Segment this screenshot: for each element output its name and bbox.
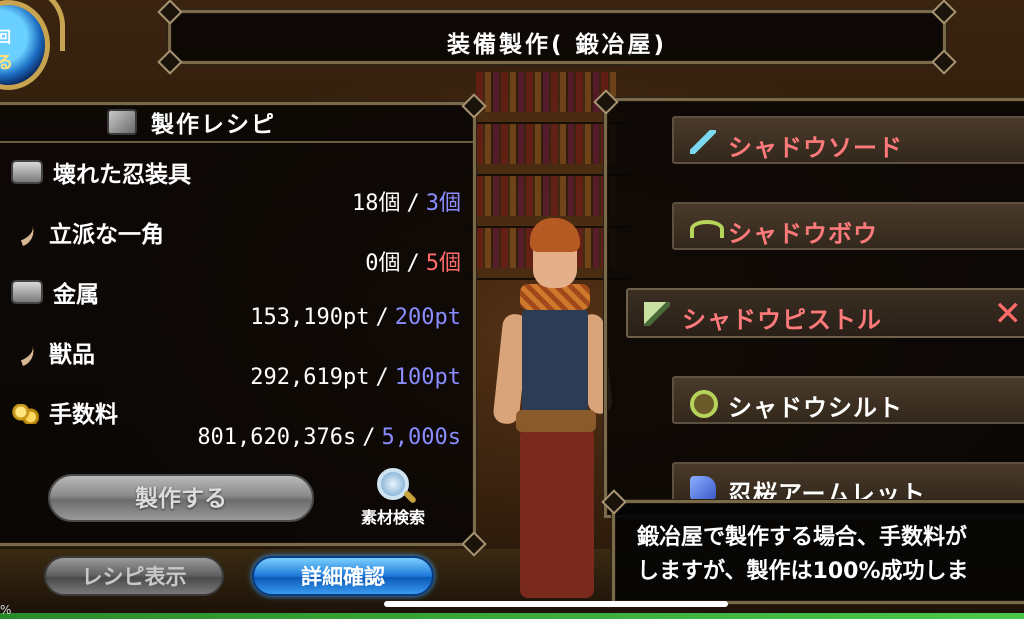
material-amount: 153,190pt/200pt <box>250 305 461 330</box>
have-count: 292,619pt <box>250 365 370 390</box>
recipe-view-button[interactable]: レシピ表示 <box>44 556 224 596</box>
shield-icon <box>690 390 718 418</box>
material-name: 手数料 <box>11 395 118 429</box>
item-name: シャドウシルト <box>728 394 903 422</box>
page-title: 装備製作( 鍛冶屋) <box>446 32 668 58</box>
material-amount: 801,620,376s/5,000s <box>197 425 461 450</box>
need-count: 5,000s <box>381 425 461 450</box>
progress-label: % <box>0 603 12 617</box>
material-search-label: 素材検索 <box>360 508 425 527</box>
material-name: 壊れた忍装具 <box>11 155 191 189</box>
have-count: 18個 <box>352 191 401 216</box>
item-shadow-sword[interactable]: シャドウソード <box>672 116 1024 164</box>
material-name: 獣品 <box>11 335 95 369</box>
material-amount: 0個/5個 <box>365 245 461 277</box>
divider <box>0 141 473 143</box>
blacksmith-character <box>480 218 620 608</box>
recipe-panel-header: 製作レシピ <box>107 105 276 141</box>
pistol-icon <box>644 302 670 326</box>
info-tooltip: 鍛冶屋で製作する場合、手数料が しますが、製作は100%成功しま <box>601 489 1024 604</box>
material-row: 金属 153,190pt/200pt <box>11 275 461 335</box>
material-amount: 292,619pt/100pt <box>250 365 461 390</box>
material-label: 立派な一角 <box>49 222 164 248</box>
material-label: 獣品 <box>49 342 95 368</box>
material-row: 手数料 801,620,376s/5,000s <box>11 395 461 455</box>
material-label: 金属 <box>53 282 99 308</box>
material-row: 立派な一角 0個/5個 <box>11 215 461 277</box>
magnifier-icon <box>377 468 409 500</box>
item-name: シャドウソード <box>728 134 903 162</box>
need-count: 5個 <box>425 251 461 276</box>
material-amount: 18個/3個 <box>352 185 461 217</box>
bookshelf <box>476 176 616 216</box>
bookshelf <box>476 124 616 164</box>
craft-button[interactable]: 製作する <box>48 474 314 522</box>
have-count: 153,190pt <box>250 305 370 330</box>
tooltip-line-1: 鍛冶屋で製作する場合、手数料が <box>637 525 968 550</box>
close-icon[interactable]: ✕ <box>994 294 1023 334</box>
item-name: シャドウボウ <box>728 220 878 248</box>
item-shadow-bow[interactable]: シャドウボウ <box>672 202 1024 250</box>
material-name: 立派な一角 <box>11 215 164 249</box>
recipe-panel-title: 製作レシピ <box>151 112 276 138</box>
progress-bar <box>0 613 1024 619</box>
separator: / <box>375 305 389 330</box>
box-icon <box>11 160 43 184</box>
box-icon <box>11 280 43 304</box>
have-count: 0個 <box>365 251 401 276</box>
recipe-box-icon <box>107 109 137 135</box>
sword-icon <box>690 130 716 154</box>
item-shinobi-armlet[interactable]: 忍桜アームレット <box>672 462 1024 502</box>
progress-fill <box>0 613 1024 619</box>
home-indicator[interactable] <box>384 601 728 607</box>
need-count: 200pt <box>394 305 461 330</box>
need-count: 3個 <box>425 191 461 216</box>
separator: / <box>406 251 420 276</box>
material-label: 手数料 <box>49 402 118 428</box>
horn-icon <box>16 221 38 247</box>
detail-check-button[interactable]: 詳細確認 <box>252 556 434 596</box>
need-count: 100pt <box>394 365 461 390</box>
material-row: 獣品 292,619pt/100pt <box>11 335 461 395</box>
item-name: シャドウピストル <box>682 306 882 334</box>
separator: / <box>362 425 376 450</box>
orb-label-top: 回 <box>0 28 12 46</box>
separator: / <box>375 365 389 390</box>
item-shadow-shield[interactable]: シャドウシルト <box>672 376 1024 424</box>
item-name: 忍桜アームレット <box>728 480 926 502</box>
material-row: 壊れた忍装具 18個/3個 <box>11 155 461 217</box>
have-count: 801,620,376s <box>197 425 357 450</box>
tooltip-line-2: しますが、製作は100%成功しま <box>637 559 969 584</box>
horn-icon <box>16 341 38 367</box>
item-shadow-pistol[interactable]: シャドウピストル ✕ <box>626 288 1024 338</box>
menu-orb[interactable]: 回 る <box>0 0 65 94</box>
material-name: 金属 <box>11 275 99 309</box>
armlet-icon <box>690 476 716 500</box>
title-bar: 装備製作( 鍛冶屋) <box>157 0 957 75</box>
material-label: 壊れた忍装具 <box>53 162 191 188</box>
bow-icon <box>690 220 724 238</box>
bookshelf <box>476 72 616 112</box>
separator: / <box>406 191 420 216</box>
coin-icon <box>11 404 39 424</box>
material-search-button[interactable]: 素材検索 <box>348 468 438 534</box>
orb-label-bottom: る <box>0 53 13 73</box>
